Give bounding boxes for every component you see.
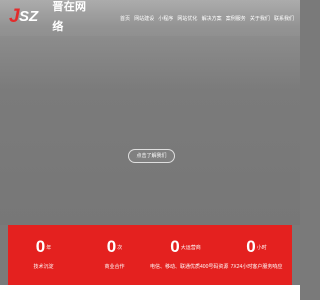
main-nav: 首页 网站建设 小程序 网站优化 解决方案 案例服务 关于我们 联系我们 — [120, 14, 294, 24]
stat-number: 0 — [170, 237, 180, 256]
logo[interactable]: J SZ 晋在网络 — [9, 1, 97, 33]
stat-unit: 年 — [46, 245, 52, 251]
nav-item-contact[interactable]: 联系我们 — [274, 14, 294, 24]
brand-name: 晋在网络 — [52, 1, 87, 33]
nav-item-website-building[interactable]: 网站建设 — [134, 14, 154, 24]
stat-carriers: 0 大运营商 电信、移动、联通优质400号码资源 — [150, 225, 229, 285]
stat-label: 7X24小时客户服务响应 — [230, 264, 283, 270]
logo-mark-letters: SZ — [19, 8, 39, 25]
nav-item-seo[interactable]: 网站优化 — [177, 14, 197, 24]
stat-number: 0 — [106, 237, 117, 256]
nav-item-mini-program[interactable]: 小程序 — [158, 14, 173, 24]
stat-unit: 小时 — [256, 245, 267, 251]
stat-years: 0 年 技术沉淀 — [8, 225, 79, 285]
site-header: J SZ 晋在网络 首页 网站建设 小程序 网站优化 解决方案 案例服务 关于我… — [0, 0, 300, 36]
stat-cooperations: 0 次 商业合作 — [79, 225, 150, 285]
learn-more-button[interactable]: 点击了解我们 — [128, 149, 175, 163]
stat-label: 商业合作 — [104, 264, 125, 270]
stat-hours: 0 小时 7X24小时客户服务响应 — [221, 225, 292, 285]
logo-mark-icon: J SZ — [9, 7, 52, 27]
stat-unit: 大运营商 — [180, 245, 201, 251]
stats-bar: 0 年 技术沉淀 0 次 商业合作 0 大运营商 电信、移动、联通优质400号码… — [8, 225, 292, 285]
stat-unit: 次 — [117, 245, 123, 251]
stat-label: 电信、移动、联通优质400号码资源 — [150, 264, 229, 270]
nav-item-home[interactable]: 首页 — [120, 14, 130, 24]
stat-number: 0 — [246, 237, 256, 256]
stat-number: 0 — [35, 237, 46, 256]
page-bottom — [0, 285, 300, 300]
nav-item-cases[interactable]: 案例服务 — [226, 14, 246, 24]
nav-item-solutions[interactable]: 解决方案 — [202, 14, 222, 24]
logo-mark-letter: J — [9, 6, 20, 27]
stat-label: 技术沉淀 — [33, 264, 54, 270]
nav-item-about[interactable]: 关于我们 — [250, 14, 270, 24]
